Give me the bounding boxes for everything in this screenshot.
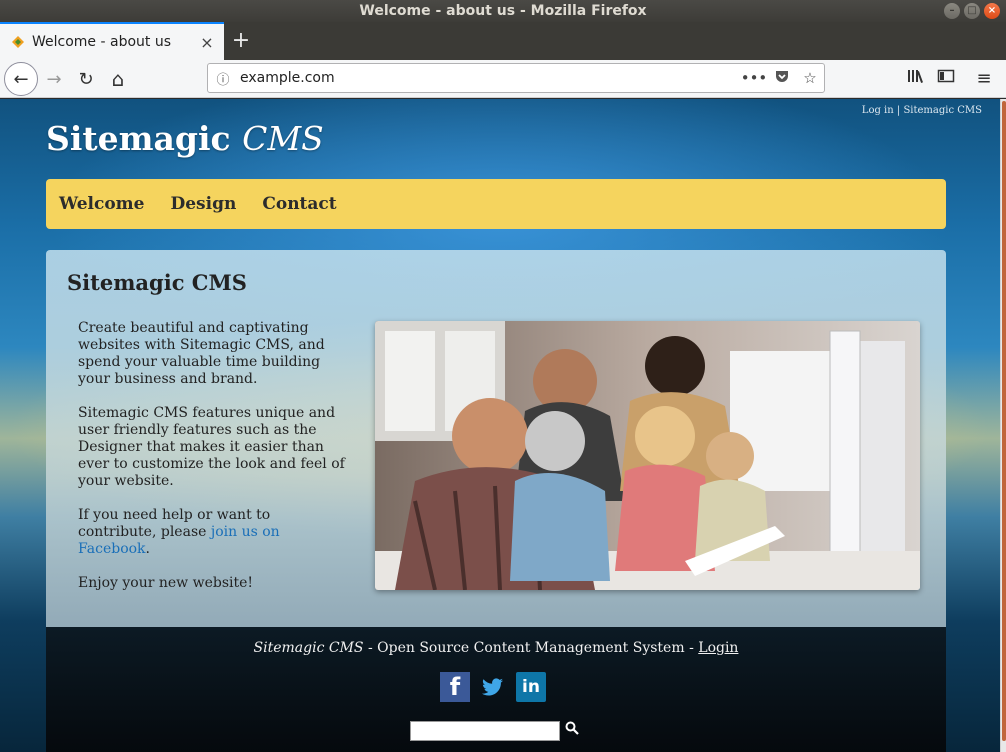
footer: Sitemagic CMS - Open Source Content Mana… [46, 627, 946, 752]
social-links: f in [440, 672, 546, 702]
paragraph-features: Sitemagic CMS features unique and user f… [78, 405, 345, 489]
tab-title: Welcome - about us [32, 34, 172, 50]
new-tab-button[interactable]: + [228, 28, 254, 54]
hero-photo [375, 321, 920, 590]
maximize-icon[interactable]: □ [964, 3, 980, 19]
menu-icon[interactable]: ≡ [972, 68, 996, 90]
favicon-icon [10, 34, 26, 50]
library-icon[interactable] [904, 68, 928, 90]
search-input[interactable] [410, 721, 560, 741]
url-text[interactable]: example.com [240, 70, 740, 86]
page-viewport: Log in | Sitemagic CMS Sitemagic CMS Wel… [0, 99, 1000, 752]
scroll-thumb[interactable] [1002, 101, 1006, 741]
navigation-bar: ← → ↻ ⌂ ⓘ example.com ••• ☆ ≡ [0, 60, 1006, 98]
footer-brand: Sitemagic CMS [253, 640, 364, 656]
site-title: Sitemagic CMS [46, 119, 324, 158]
footer-line: Sitemagic CMS - Open Source Content Mana… [46, 640, 946, 656]
footer-login-link[interactable]: Login [698, 640, 738, 656]
search-icon[interactable] [564, 721, 580, 741]
paragraph-enjoy: Enjoy your new website! [78, 575, 254, 591]
url-bar[interactable]: ⓘ example.com ••• ☆ [207, 63, 825, 93]
top-links-separator: | [896, 105, 901, 116]
top-links: Log in | Sitemagic CMS [862, 105, 982, 116]
bookmark-star-icon[interactable]: ☆ [796, 69, 824, 87]
facebook-icon[interactable]: f [440, 672, 470, 702]
close-window-icon[interactable]: × [984, 3, 1000, 19]
site-title-bold: Sitemagic [46, 119, 231, 158]
tab-strip: Welcome - about us × + [0, 22, 1006, 60]
home-button[interactable]: ⌂ [104, 65, 132, 93]
content-panel: Sitemagic CMS Create beautiful and capti… [46, 250, 946, 627]
content-title: Sitemagic CMS [67, 270, 247, 295]
paragraph-help: If you need help or want to contribute, … [78, 507, 348, 558]
paragraph-help-suffix: . [145, 541, 150, 557]
tab-welcome[interactable]: Welcome - about us × [0, 22, 224, 60]
paragraph-intro: Create beautiful and captivating website… [78, 320, 325, 387]
menu-item-welcome[interactable]: Welcome [59, 194, 144, 214]
linkedin-icon[interactable]: in [516, 672, 546, 702]
site-info-icon[interactable]: ⓘ [208, 69, 238, 88]
scrollbar[interactable] [1000, 99, 1006, 752]
main-menu: Welcome Design Contact [46, 179, 946, 229]
pocket-icon[interactable] [768, 68, 796, 88]
sitemagic-link[interactable]: Sitemagic CMS [903, 105, 982, 116]
minimize-icon[interactable]: – [944, 3, 960, 19]
sidebar-icon[interactable] [934, 68, 958, 90]
window-controls: – □ × [944, 3, 1000, 19]
menu-item-contact[interactable]: Contact [262, 194, 336, 214]
menu-item-design[interactable]: Design [170, 194, 236, 214]
window-titlebar: Welcome - about us - Mozilla Firefox – □… [0, 0, 1006, 22]
window-title: Welcome - about us - Mozilla Firefox [359, 3, 647, 19]
footer-tagline: - Open Source Content Management System … [363, 640, 699, 656]
page-actions-icon[interactable]: ••• [740, 69, 768, 87]
forward-button[interactable]: → [40, 65, 68, 93]
twitter-icon[interactable] [478, 672, 508, 702]
content-text: Create beautiful and captivating website… [78, 320, 348, 609]
site-title-italic: CMS [242, 119, 324, 158]
login-link[interactable]: Log in [862, 105, 894, 116]
reload-button[interactable]: ↻ [72, 65, 100, 93]
back-button[interactable]: ← [4, 62, 38, 96]
tab-close-icon[interactable]: × [196, 33, 218, 52]
